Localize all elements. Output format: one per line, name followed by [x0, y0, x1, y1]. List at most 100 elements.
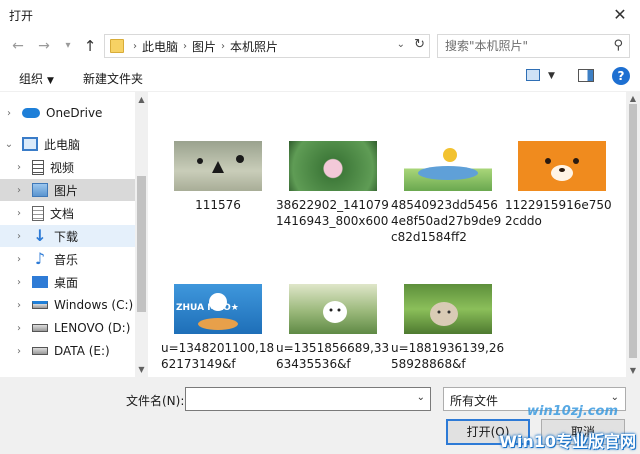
chevron-right-icon[interactable]: ›: [14, 208, 24, 219]
recent-locations-button[interactable]: ▾: [58, 36, 78, 56]
search-input[interactable]: [438, 35, 598, 57]
cloud-icon: [22, 108, 40, 118]
scroll-down-icon[interactable]: ▼: [626, 366, 640, 375]
preview-pane-icon[interactable]: [578, 69, 594, 82]
view-options-icon[interactable]: [526, 69, 540, 81]
sidebar-item-label: Windows (C:): [54, 298, 134, 312]
sidebar-item-drive-d[interactable]: › LENOVO (D:): [0, 317, 135, 339]
file-thumbnail: [404, 284, 492, 334]
thumbnail-text: ZHUA MAO★: [176, 303, 239, 313]
file-thumbnail: [404, 141, 492, 191]
address-bar[interactable]: › 此电脑 › 图片 › 本机照片 ⌄ ↻: [104, 34, 430, 58]
chevron-right-icon[interactable]: ›: [14, 346, 24, 357]
sidebar-item-downloads[interactable]: › ↓ 下载: [0, 225, 135, 247]
sidebar-item-drive-c[interactable]: › Windows (C:): [0, 294, 135, 316]
chevron-right-icon[interactable]: ›: [14, 185, 24, 196]
music-icon: ♪: [34, 249, 46, 268]
drive-icon: [32, 347, 48, 355]
breadcrumb-item-this-pc[interactable]: 此电脑: [139, 38, 181, 55]
file-name: 48540923dd54564e8f50ad27b9de9c82d1584ff2: [391, 198, 502, 244]
search-icon[interactable]: ⚲: [613, 38, 623, 53]
chevron-right-icon[interactable]: ›: [14, 300, 24, 311]
breadcrumb-item-pictures[interactable]: 图片: [189, 38, 219, 55]
sidebar-item-label: OneDrive: [46, 106, 103, 120]
sidebar-item-documents[interactable]: › 文档: [0, 202, 135, 224]
sidebar-item-label: 下载: [54, 229, 79, 244]
file-thumbnail: [174, 141, 262, 191]
file-name: u=1348201100,1862173149&f: [161, 341, 275, 371]
sidebar-item-desktop[interactable]: › 桌面: [0, 271, 135, 293]
open-button[interactable]: 打开(O): [446, 419, 530, 445]
chevron-right-icon[interactable]: ›: [14, 323, 24, 334]
file-name: 38622902_1410791416943_800x600: [276, 198, 389, 228]
sidebar-item-label: 图片: [54, 183, 79, 198]
sidebar-item-onedrive[interactable]: › OneDrive: [0, 102, 135, 124]
sidebar-item-videos[interactable]: › 视频: [0, 156, 135, 178]
chevron-down-icon[interactable]: ▼: [548, 71, 555, 81]
sidebar-item-drive-e[interactable]: › DATA (E:): [0, 340, 135, 362]
file-thumbnail: [289, 141, 377, 191]
file-name: 1122915916e7502cddo: [505, 198, 612, 228]
thumbnail-art: [545, 158, 579, 181]
address-dropdown-icon[interactable]: ⌄: [397, 39, 405, 50]
chevron-down-icon: ⌄: [610, 392, 619, 403]
sidebar-item-this-pc[interactable]: ⌄ 此电脑: [0, 133, 135, 155]
chevron-down-icon[interactable]: ⌄: [4, 139, 14, 150]
breadcrumb-separator-icon: ›: [133, 40, 137, 52]
sidebar-item-label: DATA (E:): [54, 344, 110, 358]
file-thumbnail: ZHUA MAO★: [174, 284, 262, 334]
file-name: 111576: [195, 198, 241, 212]
command-toolbar: 组织 ▼ 新建文件夹 ▼ ?: [0, 62, 640, 92]
sidebar-scrollbar[interactable]: ▲ ▼: [135, 92, 148, 377]
drive-icon: [32, 324, 48, 332]
computer-icon: [22, 137, 38, 151]
search-box[interactable]: ⚲: [437, 34, 630, 58]
title-bar: 打开 ✕: [0, 0, 640, 30]
thumbnail-art: [430, 302, 458, 326]
up-button[interactable]: ↑: [80, 36, 100, 56]
help-icon[interactable]: ?: [612, 67, 630, 85]
sidebar-item-label: LENOVO (D:): [54, 321, 131, 335]
chevron-right-icon[interactable]: ›: [14, 162, 24, 173]
file-list-scrollbar-thumb[interactable]: [629, 104, 637, 358]
chevron-right-icon[interactable]: ›: [14, 277, 24, 288]
file-thumbnail: [518, 141, 606, 191]
thumbnail-art: [323, 301, 347, 323]
file-name: u=1881936139,2658928868&f: [391, 341, 505, 371]
chevron-right-icon[interactable]: ›: [4, 108, 14, 119]
thumbnail-art: [418, 148, 478, 180]
scroll-up-icon[interactable]: ▲: [135, 95, 148, 104]
organize-button[interactable]: 组织 ▼: [19, 70, 54, 87]
close-icon: ✕: [613, 5, 627, 24]
file-thumbnail: [289, 284, 377, 334]
new-folder-button[interactable]: 新建文件夹: [83, 70, 143, 87]
desktop-icon: [32, 276, 48, 288]
back-button[interactable]: ←: [8, 36, 28, 56]
cancel-button[interactable]: 取消: [541, 419, 625, 445]
breadcrumb-item-local-photos[interactable]: 本机照片: [227, 38, 281, 55]
close-button[interactable]: ✕: [600, 0, 640, 30]
chevron-right-icon[interactable]: ›: [14, 231, 24, 242]
sidebar-item-label: 文档: [50, 206, 75, 221]
scroll-down-icon[interactable]: ▼: [135, 365, 148, 374]
chevron-right-icon[interactable]: ›: [14, 254, 24, 265]
refresh-icon[interactable]: ↻: [414, 37, 425, 52]
chevron-down-icon: ▼: [47, 76, 54, 86]
navigation-bar: ← → ▾ ↑ › 此电脑 › 图片 › 本机照片 ⌄ ↻ ⚲: [0, 30, 640, 62]
sidebar-item-music[interactable]: › ♪ 音乐: [0, 248, 135, 270]
sidebar-item-pictures[interactable]: › 图片: [0, 179, 135, 201]
documents-icon: [32, 205, 44, 221]
drive-windows-icon: [32, 301, 48, 309]
window-title: 打开: [9, 9, 34, 23]
chevron-down-icon[interactable]: ⌄: [417, 392, 425, 403]
file-name-panel: 文件名(N): ⌄ 所有文件 ⌄ 打开(O) 取消: [0, 377, 640, 454]
scroll-up-icon[interactable]: ▲: [626, 94, 640, 103]
filename-input[interactable]: ⌄: [185, 387, 431, 411]
forward-button[interactable]: →: [34, 36, 54, 56]
file-list: 111576 38622902_1410791416943_800x600 48…: [148, 92, 626, 377]
file-type-select[interactable]: 所有文件 ⌄: [443, 387, 626, 411]
file-list-scrollbar[interactable]: ▲ ▼: [626, 92, 640, 377]
sidebar-item-label: 视频: [50, 160, 75, 175]
breadcrumb: › 此电脑 › 图片 › 本机照片: [131, 38, 281, 54]
sidebar-scrollbar-thumb[interactable]: [137, 176, 146, 312]
